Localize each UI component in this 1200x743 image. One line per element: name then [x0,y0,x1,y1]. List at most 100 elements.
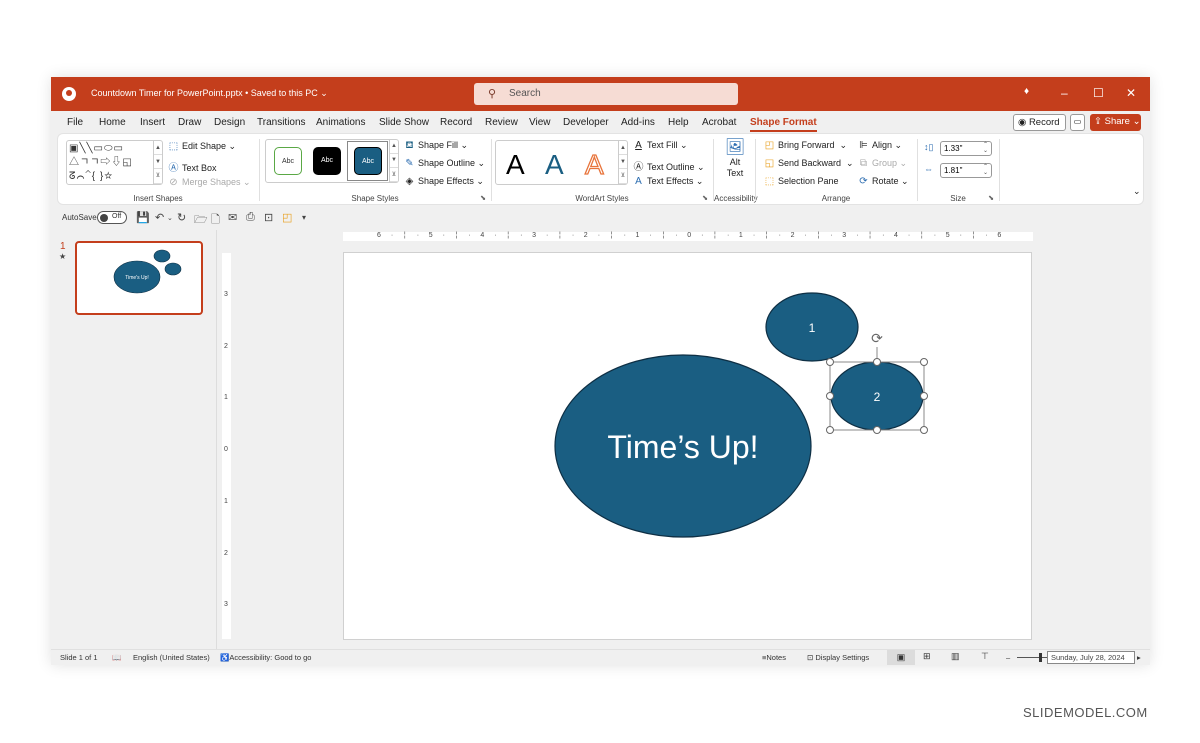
resize-handle[interactable] [920,358,928,366]
tab-review[interactable]: Review [485,117,518,128]
shapes-row[interactable]: ᘔ⌒⌃{ }☆ [69,170,155,184]
resize-handle[interactable] [920,426,928,434]
style-swatch-black[interactable]: Abc [313,147,341,175]
spinner-icon[interactable]: ⌃ ⌄ [983,164,988,176]
dialog-launcher-icon[interactable]: ⬊ [702,194,708,202]
merge-shapes-button[interactable]: ⊘ Merge Shapes ⌄ [168,177,250,188]
tab-home[interactable]: Home [99,117,126,128]
tab-draw[interactable]: Draw [178,117,201,128]
wordart-black[interactable]: A [506,149,525,181]
zoom-slider-track[interactable] [1017,657,1047,658]
resize-handle[interactable] [920,392,928,400]
autosave-toggle[interactable]: Off [97,211,127,224]
tab-file[interactable]: File [67,117,83,128]
search-box[interactable]: ⚲ Search [474,83,738,105]
shape-height-input[interactable]: 1.33" ⌃ ⌄ [940,141,992,156]
gallery-scroll[interactable]: ▲ ▼ ⊻ [153,141,162,184]
shape-outline-button[interactable]: ✎ Shape Outline ⌄ [404,158,485,169]
rotate-button[interactable]: ⟳ Rotate ⌄ [858,176,908,187]
tab-slide-show[interactable]: Slide Show [379,117,429,128]
text-effects-button[interactable]: A Text Effects ⌄ [633,176,703,187]
slide-thumbnail[interactable]: Time's Up! [75,241,203,315]
tab-add-ins[interactable]: Add-ins [621,117,655,128]
vertical-ruler[interactable]: 3 2 1 0 1 2 3 [222,253,231,639]
scroll-down-icon[interactable]: ▼ [390,154,398,168]
collapse-ribbon-icon[interactable]: ⌄ [1133,186,1141,197]
dialog-launcher-icon[interactable]: ⬊ [988,194,994,202]
shapes-gallery[interactable]: ▣╲╲▭⬭▭ △ㄱㄱ⇨⇩◱ ᘔ⌒⌃{ }☆ ▲ ▼ ⊻ [66,140,163,185]
comments-button[interactable]: ▭ [1070,114,1085,131]
send-backward-button[interactable]: ◱ Send Backward ⌄ [764,158,854,169]
slide-sorter-icon[interactable]: ⊞ [923,651,931,662]
resize-handle[interactable] [873,358,881,366]
resize-handle[interactable] [826,358,834,366]
align-button[interactable]: ⊫ Align ⌄ [858,140,902,151]
expand-gallery-icon[interactable]: ⊻ [619,169,627,184]
customize-qat-icon[interactable]: ▾ [302,213,306,222]
shape-fill-button[interactable]: ⛾ Shape Fill ⌄ [404,140,468,153]
redo-icon[interactable]: ↻ [177,211,186,224]
shapes-row[interactable]: ▣╲╲▭⬭▭ [69,142,155,156]
resize-handle[interactable] [826,392,834,400]
dialog-launcher-icon[interactable]: ⬊ [480,194,486,202]
open-folder-icon[interactable]: 🗁 [194,211,208,230]
record-button[interactable]: ◉ Record [1013,114,1066,131]
tab-record[interactable]: Record [440,117,472,128]
scroll-up-icon[interactable]: ▲ [390,140,398,154]
accessibility-button[interactable]: ♿Accessibility: Good to go [220,653,311,662]
tab-transitions[interactable]: Transitions [257,117,306,128]
tab-shape-format[interactable]: Shape Format [750,117,817,132]
spinner-icon[interactable]: ⌃ ⌄ [983,142,988,154]
normal-view-icon[interactable]: ▣ [887,650,915,665]
expand-gallery-icon[interactable]: ⊻ [390,168,398,182]
slide-canvas[interactable]: Time’s Up! 1 2 ⟳ [343,252,1032,640]
new-file-icon[interactable]: 🗋 [211,211,220,230]
selection-pane-button[interactable]: ⬚ Selection Pane [764,176,839,187]
style-swatch-outline[interactable]: Abc [274,147,302,175]
email-icon[interactable]: ✉ [228,211,237,224]
text-box-button[interactable]: Ⓐ Text Box [168,159,217,174]
expand-gallery-icon[interactable]: ⊻ [154,169,162,184]
resize-handle[interactable] [873,426,881,434]
tab-help[interactable]: Help [668,117,689,128]
wordart-gallery[interactable]: A A A ▲ ▼ ⊻ [495,140,628,185]
language-button[interactable]: English (United States) [133,653,210,662]
wordart-orange-outline[interactable]: A [584,148,604,181]
group-button[interactable]: ⧉ Group ⌄ [858,158,907,169]
arrange-icon[interactable]: ◰ [282,211,292,224]
shape-width-input[interactable]: 1.81" ⌃ ⌄ [940,163,992,178]
edit-shape-button[interactable]: ⬚ Edit Shape ⌄ [168,141,236,152]
gallery-scroll[interactable]: ▲ ▼ ⊻ [389,140,398,182]
shape-styles-gallery[interactable]: Abc Abc Abc ▲ ▼ ⊻ [265,139,399,183]
present-icon[interactable]: ⊡ [264,211,273,224]
tab-view[interactable]: View [529,117,551,128]
gallery-scroll[interactable]: ▲ ▼ ⊻ [618,141,627,184]
zoom-slider-thumb[interactable] [1039,653,1042,662]
undo-dropdown-icon[interactable]: ⌄ [167,214,173,222]
tab-insert[interactable]: Insert [140,117,165,128]
slideshow-view-icon[interactable]: ⊤ [981,651,989,662]
share-button[interactable]: ⇪ Share ⌄ [1090,114,1141,131]
scroll-down-icon[interactable]: ▼ [619,155,627,170]
minimize-button[interactable]: – [1061,86,1068,100]
resize-handle[interactable] [826,426,834,434]
text-outline-button[interactable]: Ⓐ Text Outline ⌄ [633,158,705,173]
scroll-up-icon[interactable]: ▲ [619,141,627,156]
shapes-grid[interactable]: ▣╲╲▭⬭▭ △ㄱㄱ⇨⇩◱ ᘔ⌒⌃{ }☆ [69,142,155,184]
shapes-row[interactable]: △ㄱㄱ⇨⇩◱ [69,156,155,170]
scroll-down-icon[interactable]: ▼ [154,155,162,170]
document-title[interactable]: Countdown Timer for PowerPoint.pptx • Sa… [91,88,328,99]
display-settings-button[interactable]: ⊡ Display Settings [807,653,869,662]
diamond-icon[interactable]: ♦ [1024,86,1029,97]
wordart-blue[interactable]: A [545,149,564,181]
scroll-up-icon[interactable]: ▲ [154,141,162,156]
rotate-handle-icon[interactable]: ⟳ [871,331,883,347]
notes-button[interactable]: ≡Notes [762,653,786,662]
shape-effects-button[interactable]: ◈ Shape Effects ⌄ [404,176,484,187]
zoom-out-icon[interactable]: – [1006,653,1010,662]
undo-icon[interactable]: ↶ [155,211,164,224]
maximize-button[interactable]: ☐ [1093,86,1104,100]
reading-view-icon[interactable]: ▥ [951,651,960,662]
close-button[interactable]: ✕ [1126,86,1136,100]
style-swatch-blue[interactable]: Abc [354,147,382,175]
